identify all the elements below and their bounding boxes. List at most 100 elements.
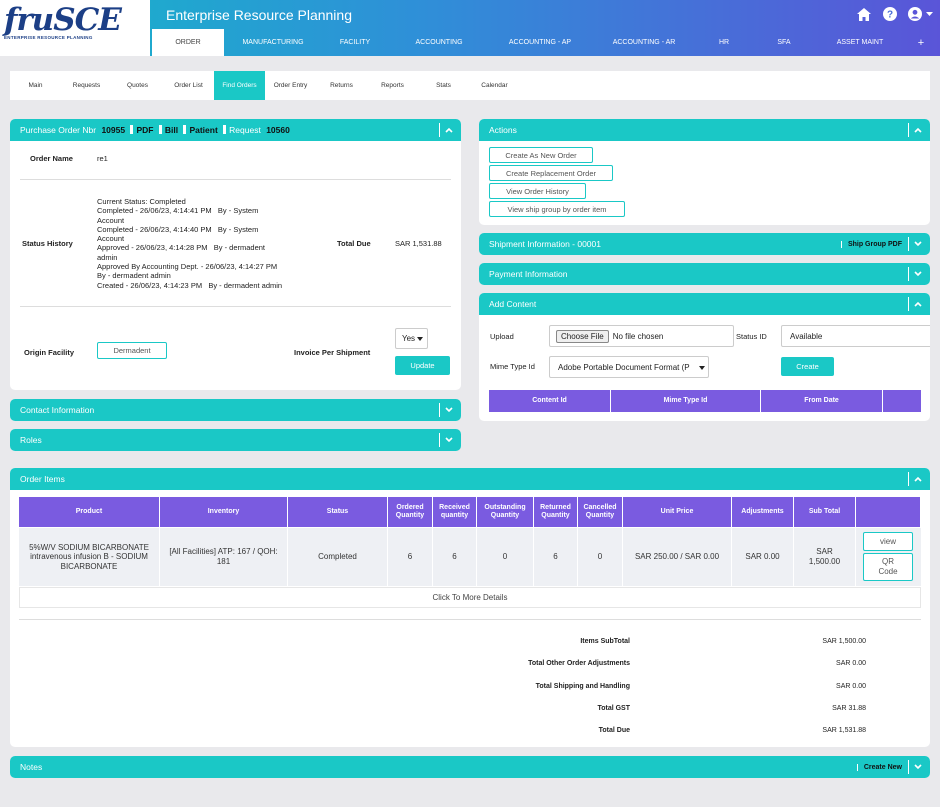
invoice-per-shipment-select[interactable]: Yes xyxy=(395,328,428,349)
order-items-panel: Order Items Product Inventory Status Ordere… xyxy=(10,468,930,747)
actions-column xyxy=(856,497,921,527)
view-button[interactable]: view xyxy=(863,532,913,551)
sub-nav-stats[interactable]: Stats xyxy=(418,71,469,100)
top-menu-item-accounting[interactable]: ACCOUNTING xyxy=(388,29,490,56)
header-controls xyxy=(439,403,453,417)
qr-code-label: QR Code xyxy=(878,557,898,576)
create-new-note-link[interactable]: Create New xyxy=(856,763,908,771)
create-replacement-order-button[interactable]: Create Replacement Order xyxy=(489,165,613,181)
contact-information-header[interactable]: Contact Information xyxy=(10,399,461,421)
chevron-down-icon[interactable] xyxy=(439,403,453,417)
chevron-up-icon[interactable] xyxy=(908,123,922,137)
qr-code-button[interactable]: QR Code xyxy=(863,553,913,581)
po-pdf-link[interactable]: PDF xyxy=(136,125,153,135)
payment-information-panel: Payment Information xyxy=(479,263,930,285)
view-order-history-button[interactable]: View Order History xyxy=(489,183,586,199)
status-id-label: Status ID xyxy=(736,332,767,341)
header-controls xyxy=(908,123,922,137)
sub-nav-returns[interactable]: Returns xyxy=(316,71,367,100)
view-ship-group-button[interactable]: View ship group by order item xyxy=(489,201,625,217)
total-due-value: SAR 1,531.88 xyxy=(395,239,442,248)
product-column: Product xyxy=(19,497,160,527)
no-file-chosen-text: No file chosen xyxy=(612,331,664,341)
sub-nav-order-entry[interactable]: Order Entry xyxy=(265,71,316,100)
header-controls: Ship Group PDF xyxy=(840,237,922,251)
po-request-label: Request xyxy=(229,125,261,135)
top-menu-item-manufacturing[interactable]: MANUFACTURING xyxy=(224,29,322,56)
cell-outstanding-quantity: 0 xyxy=(477,528,534,586)
sub-nav-calendar[interactable]: Calendar xyxy=(469,71,520,100)
chevron-down-icon[interactable] xyxy=(439,433,453,447)
chevron-up-icon[interactable] xyxy=(908,297,922,311)
top-bar: fruSCE ENTERPRISE RESOURCE PLANNING Ente… xyxy=(0,0,940,56)
po-request-number[interactable]: 10560 xyxy=(266,125,290,135)
cell-adjustments: SAR 0.00 xyxy=(732,528,794,586)
top-menu-item-sfa[interactable]: SFA xyxy=(750,29,818,56)
shipment-information-header[interactable]: Shipment Information - 00001 Ship Group … xyxy=(479,233,930,255)
sub-nav-quotes[interactable]: Quotes xyxy=(112,71,163,100)
create-as-new-order-button[interactable]: Create As New Order xyxy=(489,147,593,163)
logo[interactable]: fruSCE ENTERPRISE RESOURCE PLANNING xyxy=(0,0,150,56)
ship-group-pdf-link[interactable]: Ship Group PDF xyxy=(840,240,908,248)
po-patient-link[interactable]: Patient xyxy=(189,125,217,135)
sub-nav-order-list[interactable]: Order List xyxy=(163,71,214,100)
caret-down-icon xyxy=(417,334,424,343)
top-menu-plus-icon[interactable]: + xyxy=(902,29,940,56)
chevron-down-icon[interactable] xyxy=(908,760,922,774)
status-history-line: By - dermadent admin xyxy=(97,271,171,281)
status-history-line: Approved By Accounting Dept. - 26/06/23,… xyxy=(97,262,278,272)
create-content-button[interactable]: Create xyxy=(781,357,834,376)
cell-cancelled-quantity: 0 xyxy=(578,528,623,586)
more-details-link[interactable]: Click To More Details xyxy=(19,587,921,608)
help-icon[interactable]: ? xyxy=(882,6,898,22)
from-date-column: From Date xyxy=(761,390,883,412)
origin-facility-label: Origin Facility xyxy=(24,348,75,357)
invoice-per-shipment-label: Invoice Per Shipment xyxy=(294,348,371,357)
roles-title: Roles xyxy=(20,435,42,445)
roles-header[interactable]: Roles xyxy=(10,429,461,451)
user-icon[interactable] xyxy=(908,6,934,22)
invoice-select-value: Yes xyxy=(402,334,416,343)
origin-facility-field[interactable]: Dermadent xyxy=(97,342,167,359)
update-button[interactable]: Update xyxy=(395,356,450,375)
divider xyxy=(19,619,921,620)
chevron-up-icon[interactable] xyxy=(439,123,453,137)
chevron-down-icon[interactable] xyxy=(908,237,922,251)
order-name-value: re1 xyxy=(97,154,108,163)
sub-nav-reports[interactable]: Reports xyxy=(367,71,418,100)
total-value-total-other-order-adjustments: SAR 0.00 xyxy=(836,660,866,667)
chevron-down-icon[interactable] xyxy=(908,267,922,281)
actions-panel: Actions Create As New Order Create Repla… xyxy=(479,119,930,225)
po-bill-link[interactable]: Bill xyxy=(165,125,178,135)
order-item-actions: view QR Code xyxy=(855,528,921,586)
sub-nav-main[interactable]: Main xyxy=(10,71,61,100)
contact-information-title: Contact Information xyxy=(20,405,95,415)
choose-file-button[interactable]: Choose File xyxy=(556,329,609,343)
adjustments-column: Adjustments xyxy=(732,497,794,527)
home-icon[interactable] xyxy=(856,6,872,22)
mime-type-select[interactable]: Adobe Portable Document Format (P xyxy=(549,356,709,378)
sub-nav-find-orders[interactable]: Find Orders xyxy=(214,71,265,100)
top-menu-item-facility[interactable]: FACILITY xyxy=(322,29,388,56)
payment-information-header[interactable]: Payment Information xyxy=(479,263,930,285)
add-content-header: Add Content xyxy=(479,293,930,315)
top-menu-item-accounting-ar[interactable]: ACCOUNTING - AR xyxy=(590,29,698,56)
notes-panel: Notes Create New xyxy=(10,756,930,778)
top-menu-item-hr[interactable]: HR xyxy=(698,29,750,56)
cell-ordered-quantity: 6 xyxy=(388,528,433,586)
cancelled-quantity-column: Cancelled Quantity xyxy=(578,497,623,527)
total-value-total-due: SAR 1,531.88 xyxy=(822,727,866,734)
separator xyxy=(183,125,187,134)
sub-nav-requests[interactable]: Requests xyxy=(61,71,112,100)
status-id-field[interactable]: Available xyxy=(781,325,930,347)
status-history-line: Created - 26/06/23, 4:14:23 PM By - derm… xyxy=(97,280,283,290)
chevron-up-icon[interactable] xyxy=(908,472,922,486)
top-menu-item-accounting-ap[interactable]: ACCOUNTING - AP xyxy=(490,29,590,56)
top-menu-item-order[interactable]: ORDER xyxy=(152,29,224,56)
cell-received-quantity: 6 xyxy=(433,528,477,586)
header-controls: Create New xyxy=(856,760,922,774)
file-input[interactable]: Choose File No file chosen xyxy=(549,325,734,347)
top-menu-item-asset-maint[interactable]: ASSET MAINT xyxy=(818,29,902,56)
total-value-total-shipping-and-handling: SAR 0.00 xyxy=(836,683,866,690)
separator xyxy=(158,125,162,134)
